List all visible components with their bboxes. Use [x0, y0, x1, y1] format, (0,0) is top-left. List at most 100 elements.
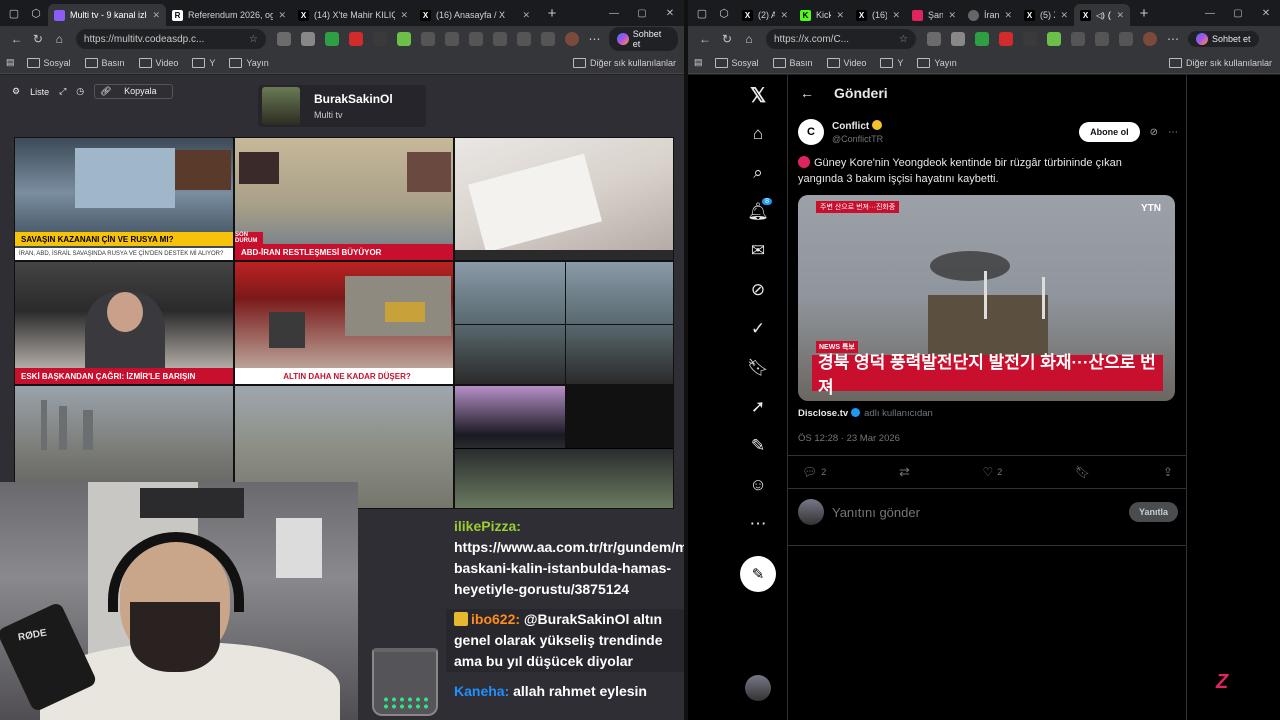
bookmark-folder[interactable]: Video — [139, 58, 179, 68]
profile-icon[interactable]: ☺ — [746, 473, 770, 497]
extension-icon[interactable] — [348, 32, 363, 46]
new-tab-icon[interactable]: + — [1134, 3, 1154, 23]
tab-x-2[interactable]: X (16) ✕ — [850, 4, 906, 26]
extension-icon[interactable] — [1023, 32, 1037, 46]
post-compose-button[interactable]: ✎ — [740, 556, 776, 592]
profile-avatar-icon[interactable] — [564, 32, 579, 46]
bookmarks-menu-icon[interactable]: ▤ — [6, 57, 15, 68]
close-tab-icon[interactable]: ✕ — [522, 10, 530, 21]
profile-avatar-icon[interactable] — [1143, 32, 1157, 46]
close-tab-icon[interactable]: ✕ — [1116, 10, 1124, 21]
copy-button[interactable]: 🔗︎ Kopyala — [94, 84, 173, 99]
tab-iran[interactable]: İran ✕ — [962, 4, 1018, 26]
close-tab-icon[interactable]: ✕ — [892, 10, 900, 21]
reply-action[interactable]: 💬︎ 2 — [802, 465, 826, 479]
tab-actions-icon[interactable]: ▢ — [4, 3, 24, 23]
reply-button[interactable]: Yanıtla — [1128, 502, 1178, 522]
bookmark-folder[interactable]: Sosyal — [27, 58, 71, 68]
favorites-icon[interactable] — [468, 32, 483, 46]
tab-multitv[interactable]: Multi tv - 9 kanal izlenir ✕ — [48, 4, 166, 26]
extension-icon[interactable] — [396, 32, 411, 46]
messages-mail-icon[interactable]: ✉ — [746, 239, 770, 263]
bookmark-folder[interactable]: Y — [192, 58, 215, 68]
url-field[interactable]: https://x.com/C... ☆ — [766, 29, 916, 49]
repost-action[interactable]: ⇄ — [899, 464, 910, 480]
grok-icon[interactable]: ⊘ — [746, 278, 770, 302]
close-tab-icon[interactable]: ✕ — [152, 10, 160, 21]
settings-gear-icon[interactable]: ⚙ — [12, 86, 20, 97]
articles-icon[interactable]: ✎ — [746, 434, 770, 458]
stream-cell[interactable]: SAVAŞIN KAZANANI ÇİN VE RUSYA MI? İRAN, … — [14, 137, 234, 261]
back-arrow-icon[interactable]: ← — [800, 85, 814, 101]
stream-cell[interactable] — [454, 261, 674, 385]
tab-referendum[interactable]: R Referendum 2026, ogg ✕ — [166, 4, 292, 26]
refresh-icon[interactable]: ↻ — [27, 32, 48, 46]
post-media-video[interactable]: 주변 산으로 번져···진화중 YTN NEWS 특보 경북 영덕 풍력발전단지… — [798, 195, 1175, 401]
notifications-bell-icon[interactable]: 🔔︎ 8 — [746, 198, 772, 224]
speaker-icon[interactable]: ◁) — [1096, 11, 1105, 20]
extension-icon[interactable] — [1047, 32, 1061, 46]
close-tab-icon[interactable]: ✕ — [780, 10, 788, 21]
other-bookmarks-folder[interactable]: Diğer sık kullanılanlar — [573, 58, 676, 68]
media-source[interactable]: Disclose.tv adlı kullanıcıdan — [798, 408, 933, 419]
author-name-row[interactable]: Conflict — [832, 120, 883, 132]
more-options-icon[interactable]: ⋯ — [746, 512, 770, 536]
back-icon[interactable]: ← — [694, 32, 716, 46]
maximize-icon[interactable]: ▢ — [1224, 8, 1252, 19]
workspaces-icon[interactable]: ⬡ — [26, 3, 46, 23]
extension-icon[interactable] — [276, 32, 291, 46]
author-handle[interactable]: @ConflictTR — [832, 134, 883, 144]
x-logo-icon[interactable]: 𝕏 — [746, 83, 770, 107]
close-window-icon[interactable]: ✕ — [656, 8, 684, 19]
other-bookmarks-folder[interactable]: Diğer sık kullanılanlar — [1169, 58, 1272, 68]
bookmark-folder[interactable]: Yayın — [229, 58, 268, 68]
close-tab-icon[interactable]: ✕ — [836, 10, 844, 21]
bookmark-folder[interactable]: Y — [880, 58, 903, 68]
stream-cell[interactable]: SON DURUM ABD-İRAN RESTLEŞMESİ BÜYÜYOR — [234, 137, 454, 261]
extension-icon[interactable] — [420, 32, 435, 46]
extension-icon[interactable] — [1071, 32, 1085, 46]
favorite-star-icon[interactable]: ☆ — [899, 34, 908, 45]
fullscreen-icon[interactable]: ⤢ — [59, 86, 66, 97]
bookmark-folder[interactable]: Sosyal — [715, 58, 759, 68]
bookmark-action[interactable]: 🔖︎ — [1075, 465, 1090, 479]
tab-actions-icon[interactable]: ▢ — [692, 3, 712, 23]
extension-icon[interactable] — [324, 32, 339, 46]
stream-cell[interactable]: ESKİ BAŞKANDAN ÇAĞRI: İZMİR'LE BARIŞIN — [14, 261, 234, 385]
minimize-icon[interactable]: — — [600, 8, 628, 19]
extensions-icon[interactable] — [540, 32, 555, 46]
stream-cell[interactable] — [454, 137, 674, 261]
close-tab-icon[interactable]: ✕ — [948, 10, 956, 21]
tab-x-active[interactable]: X ◁)(✕ — [1074, 4, 1130, 26]
tab-x-3[interactable]: X (5) X ✕ — [1018, 4, 1074, 26]
bookmarks-icon[interactable]: 🔖︎ — [746, 356, 770, 380]
stream-cell[interactable]: ALTIN DAHA NE KADAR DÜŞER? — [234, 261, 454, 385]
bookmark-folder[interactable]: Basın — [773, 58, 813, 68]
rocket-icon[interactable]: ➚ — [746, 395, 770, 419]
split-screen-icon[interactable] — [1095, 32, 1109, 46]
home-nav-icon[interactable]: ⌂ — [746, 122, 770, 146]
channel-card[interactable]: BurakSakinOl Multi tv — [258, 85, 426, 127]
close-window-icon[interactable]: ✕ — [1252, 8, 1280, 19]
bookmark-folder[interactable]: Video — [827, 58, 867, 68]
bookmarks-menu-icon[interactable]: ▤ — [694, 57, 703, 68]
list-button[interactable]: Liste — [30, 87, 49, 97]
split-screen-icon[interactable] — [444, 32, 459, 46]
post-more-icon[interactable]: ⋯ — [1168, 127, 1178, 138]
more-menu-icon[interactable]: ⋯ — [1162, 32, 1184, 46]
maximize-icon[interactable]: ▢ — [628, 8, 656, 19]
tab-kick[interactable]: K Kick ✕ — [794, 4, 850, 26]
favorite-star-icon[interactable]: ☆ — [249, 34, 258, 45]
extension-icon[interactable] — [951, 32, 965, 46]
minimize-icon[interactable]: — — [1196, 8, 1224, 19]
new-tab-icon[interactable]: + — [542, 3, 562, 23]
tab-x-mahir[interactable]: X (14) X'te Mahir KILIÇ: " ✕ — [292, 4, 414, 26]
extension-icon[interactable] — [927, 32, 941, 46]
bookmark-folder[interactable]: Yayın — [917, 58, 956, 68]
downloads-icon[interactable] — [516, 32, 531, 46]
explore-search-icon[interactable]: ⌕ — [746, 161, 770, 185]
collections-icon[interactable] — [492, 32, 507, 46]
extension-icon[interactable] — [999, 32, 1013, 46]
bookmark-folder[interactable]: Basın — [85, 58, 125, 68]
close-tab-icon[interactable]: ✕ — [1060, 10, 1068, 21]
